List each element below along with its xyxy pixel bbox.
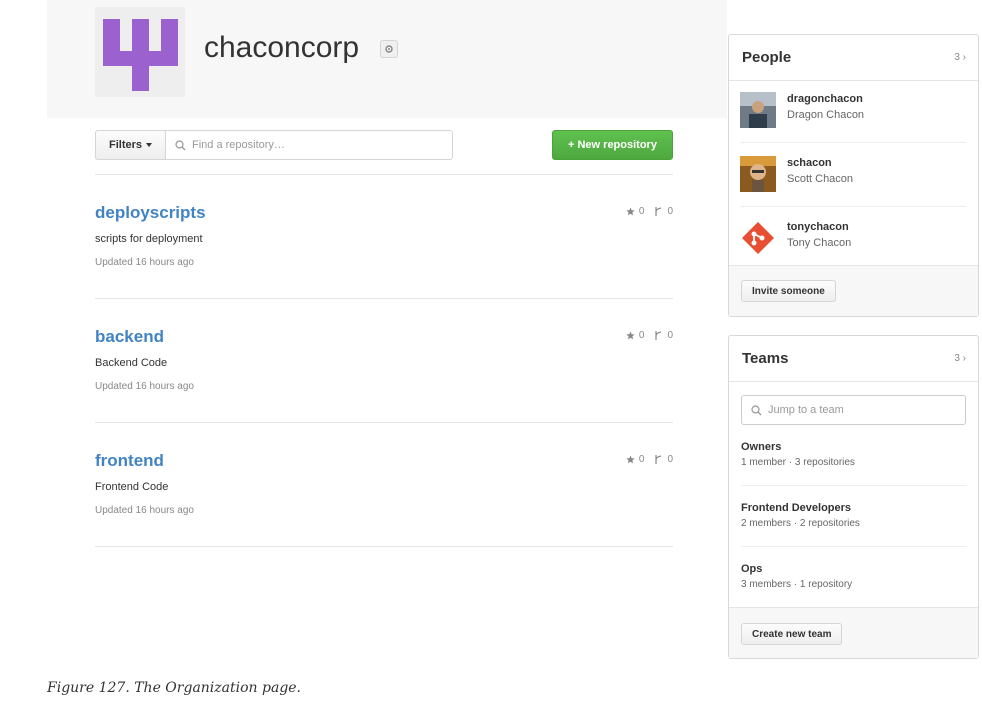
team-meta: 2 members · 2 repositories <box>741 518 860 529</box>
repo-description: scripts for deployment <box>95 233 203 245</box>
divider <box>95 174 673 175</box>
people-count: 3 <box>954 52 960 63</box>
member-item[interactable]: schacon Scott Chacon <box>740 156 968 220</box>
find-repository-input[interactable] <box>192 139 422 151</box>
star-count: 0 <box>638 454 645 465</box>
people-count-link[interactable]: 3 › <box>954 52 966 63</box>
member-name: Tony Chacon <box>787 237 852 249</box>
star-icon <box>626 455 635 464</box>
repo-name-link[interactable]: backend <box>95 326 164 348</box>
people-panel: People 3 › dragonchacon Dragon Chacon sc… <box>728 34 979 317</box>
people-title[interactable]: People <box>742 49 791 66</box>
teams-panel: Teams 3 › Owners 1 member · 3 repositori… <box>728 335 979 659</box>
git-logo-icon <box>742 222 774 254</box>
filters-label: Filters <box>108 139 142 151</box>
star-count: 0 <box>638 206 645 217</box>
team-search-input[interactable] <box>768 404 948 416</box>
divider <box>740 206 966 207</box>
repo-description: Frontend Code <box>95 481 169 493</box>
fork-count: 0 <box>667 330 673 341</box>
search-icon <box>175 139 186 150</box>
people-panel-header: People 3 › <box>729 35 978 81</box>
people-panel-footer: Invite someone <box>729 265 978 316</box>
trident-logo-icon <box>103 19 178 91</box>
filters-button[interactable]: Filters <box>95 130 166 160</box>
member-name: Dragon Chacon <box>787 109 865 121</box>
team-name: Frontend Developers <box>741 502 852 514</box>
find-repository-field[interactable] <box>165 130 453 160</box>
team-meta: 3 members · 1 repository <box>741 579 853 590</box>
create-new-team-button[interactable]: Create new team <box>741 623 843 645</box>
fork-icon <box>655 207 662 216</box>
team-search-field[interactable] <box>741 395 966 425</box>
divider <box>741 485 967 486</box>
member-name: Scott Chacon <box>787 173 854 185</box>
star-count: 0 <box>638 330 645 341</box>
divider <box>95 546 673 547</box>
plus-icon: + <box>568 139 575 151</box>
avatar <box>740 92 776 128</box>
star-icon <box>626 331 635 340</box>
repo-updated: Updated 16 hours ago <box>95 505 194 516</box>
member-item[interactable]: dragonchacon Dragon Chacon <box>740 92 968 156</box>
teams-title[interactable]: Teams <box>742 350 788 367</box>
new-repository-button[interactable]: + New repository <box>552 130 673 160</box>
team-name: Owners <box>741 441 782 453</box>
gear-icon <box>385 45 393 53</box>
member-login: dragonchacon <box>787 93 863 105</box>
divider <box>95 298 673 299</box>
teams-count: 3 <box>954 353 960 364</box>
fork-icon <box>655 455 662 464</box>
team-meta: 1 member · 3 repositories <box>741 457 855 468</box>
repo-name-link[interactable]: deployscripts <box>95 202 206 224</box>
repo-stats: 0 0 <box>626 454 673 465</box>
teams-panel-header: Teams 3 › <box>729 336 978 382</box>
repo-updated: Updated 16 hours ago <box>95 257 194 268</box>
fork-count: 0 <box>667 206 673 217</box>
member-login: schacon <box>787 157 832 169</box>
fork-icon <box>655 331 662 340</box>
org-name: chaconcorp <box>204 31 360 64</box>
org-settings-button[interactable] <box>380 40 398 58</box>
invite-someone-button[interactable]: Invite someone <box>741 280 836 302</box>
org-avatar[interactable] <box>95 7 185 97</box>
team-name: Ops <box>741 563 763 575</box>
repo-description: Backend Code <box>95 357 168 369</box>
repo-updated: Updated 16 hours ago <box>95 381 194 392</box>
figure-caption: Figure 127. The Organization page. <box>47 680 302 696</box>
repo-name-link[interactable]: frontend <box>95 450 164 472</box>
divider <box>740 142 966 143</box>
repo-stats: 0 0 <box>626 206 673 217</box>
divider <box>741 546 967 547</box>
teams-panel-footer: Create new team <box>729 607 978 658</box>
search-icon <box>751 404 762 415</box>
divider <box>95 422 673 423</box>
fork-count: 0 <box>667 454 673 465</box>
teams-count-link[interactable]: 3 › <box>954 353 966 364</box>
chevron-down-icon <box>146 143 152 147</box>
new-repository-label: New repository <box>577 139 657 151</box>
avatar <box>740 156 776 192</box>
star-icon <box>626 207 635 216</box>
member-login: tonychacon <box>787 221 849 233</box>
repo-stats: 0 0 <box>626 330 673 341</box>
